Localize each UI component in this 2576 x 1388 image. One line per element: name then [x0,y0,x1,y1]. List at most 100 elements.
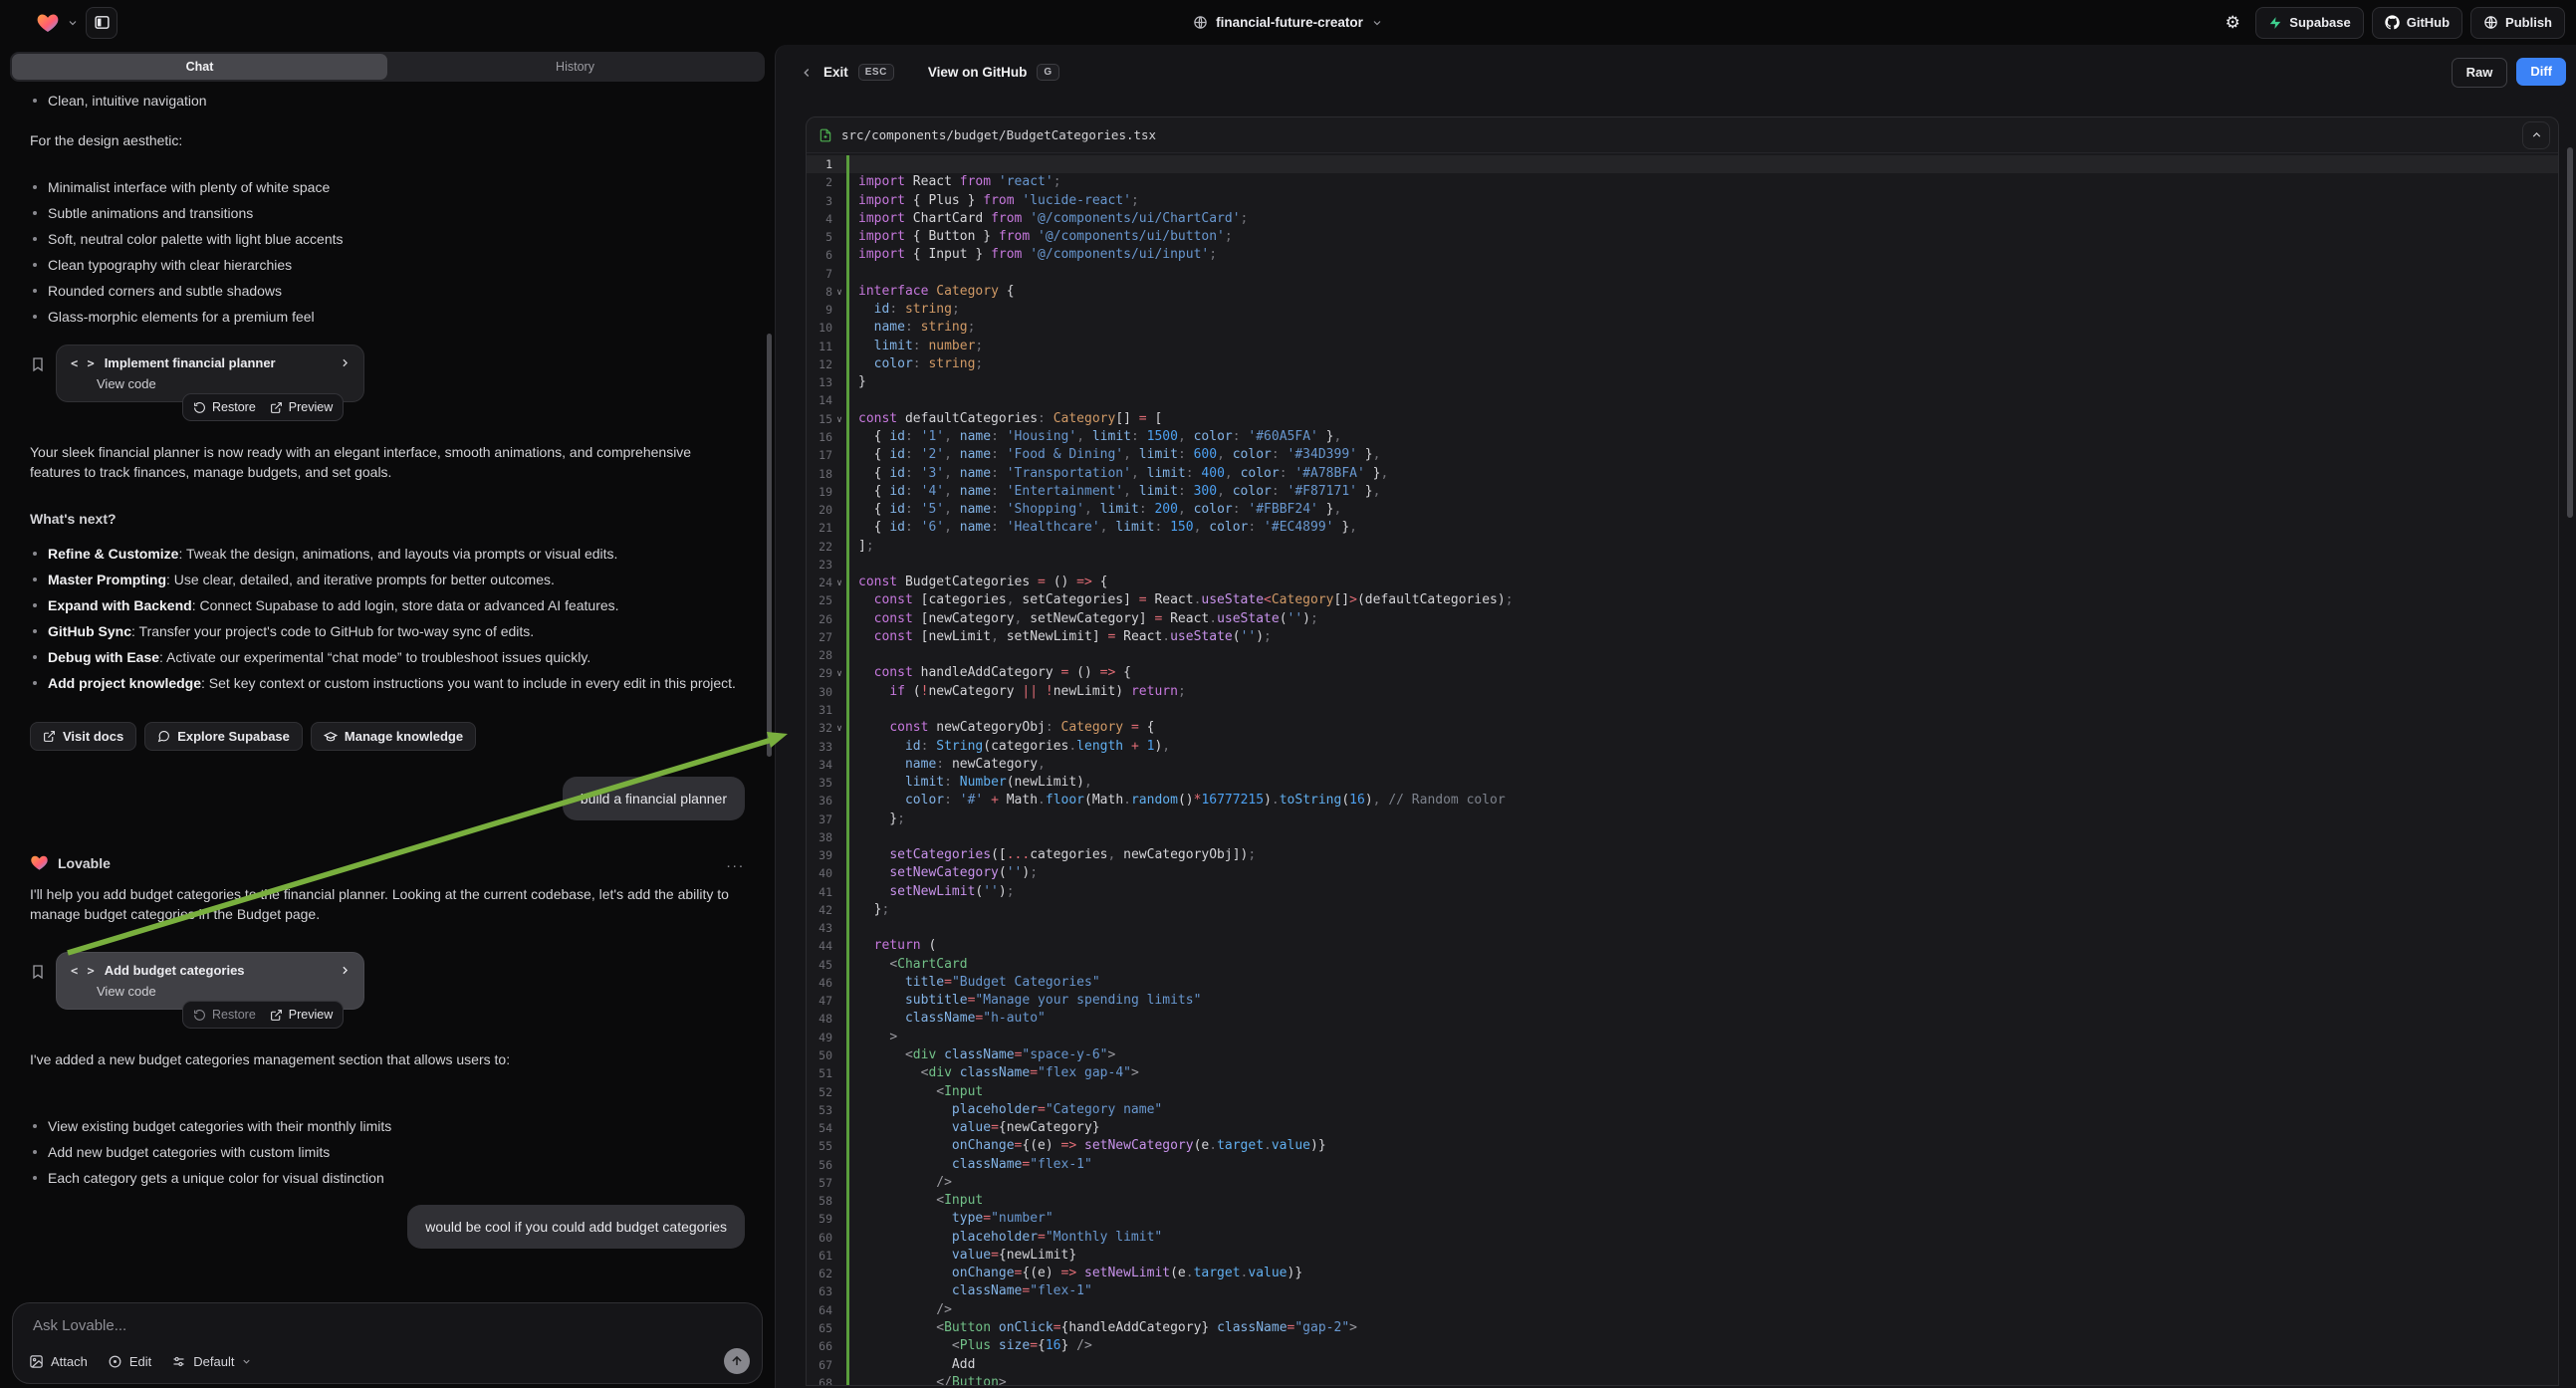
code-line: 55 onChange={(e) => setNewCategory(e.tar… [807,1137,2558,1155]
diff-added-gutter-bar [846,410,849,428]
code-line: 39 setCategories([...categories, newCate… [807,846,2558,864]
code-editor[interactable]: 12import React from 'react';3import { Pl… [807,153,2558,1385]
fold-toggle-icon[interactable]: ∨ [832,283,846,301]
restore-label: Restore [212,1008,256,1022]
chat-history-tabs: Chat History [10,52,765,82]
fold-spacer [832,756,846,774]
version-card-add-budget-categories[interactable]: < > Add budget categories View code Rest… [56,952,364,1010]
code-line: 66 <Plus size={16} /> [807,1337,2558,1355]
chevron-right-icon[interactable] [339,964,351,977]
diff-added-gutter-bar [846,556,849,574]
fold-spacer [832,683,846,701]
attach-button[interactable]: Attach [29,1354,88,1369]
manage-knowledge-button[interactable]: Manage knowledge [311,722,476,751]
manage-knowledge-label: Manage knowledge [345,729,463,744]
supabase-button[interactable]: Supabase [2255,7,2363,39]
code-line: 30 if (!newCategory || !newLimit) return… [807,683,2558,701]
code-line: 50 <div className="space-y-6"> [807,1046,2558,1064]
fold-spacer [832,1064,846,1082]
version-card-implement-financial-planner[interactable]: < > Implement financial planner View cod… [56,345,364,402]
chat-scrollbar-thumb[interactable] [767,334,772,757]
code-line: 63 className="flex-1" [807,1282,2558,1300]
exit-button[interactable]: Exit [823,65,848,80]
restore-button-disabled[interactable]: Restore [193,1008,256,1022]
chat-input-box: Attach Edit Default [12,1302,763,1384]
fold-spacer [832,646,846,664]
fold-spacer [832,1356,846,1374]
chevron-down-icon [241,1356,252,1367]
view-on-github-button[interactable]: View on GitHub [928,65,1028,80]
diff-added-gutter-bar [846,319,849,337]
view-code-link[interactable]: View code [97,984,351,999]
edit-button[interactable]: Edit [108,1354,151,1369]
fold-spacer [832,355,846,373]
fold-toggle-icon[interactable]: ∨ [832,410,846,428]
chat-scroll-area[interactable]: Clean, intuitive navigation For the desi… [0,88,767,1296]
fold-spacer [832,610,846,628]
list-item: Add project knowledge: Set key context o… [30,670,745,696]
bookmark-icon[interactable] [30,356,46,372]
fold-spacer [832,210,846,228]
bullet-list-aesthetic: Minimalist interface with plenty of whit… [30,174,745,330]
fold-spacer [832,628,846,646]
list-item: Clean typography with clear hierarchies [30,252,745,278]
diff-added-gutter-bar [846,1119,849,1137]
fold-toggle-icon[interactable]: ∨ [832,574,846,591]
supabase-bolt-icon [2268,16,2282,30]
code-line: 67 Add [807,1356,2558,1374]
view-code-link[interactable]: View code [97,376,351,391]
fold-spacer [832,883,846,901]
diff-added-gutter-bar [846,446,849,464]
diff-added-gutter-bar [846,719,849,737]
fold-spacer [832,1119,846,1137]
diff-added-gutter-bar [846,301,849,319]
version-card-toolbar: Restore Preview [182,393,344,421]
tab-history[interactable]: History [387,54,763,80]
suggestion-chips-row: Visit docs Explore Supabase Manage knowl… [30,722,745,751]
visit-docs-button[interactable]: Visit docs [30,722,136,751]
code-line: 42 }; [807,901,2558,919]
code-line: 25 const [categories, setCategories] = R… [807,591,2558,609]
diff-toggle-button[interactable]: Diff [2516,58,2566,86]
raw-toggle-button[interactable]: Raw [2452,58,2508,88]
restore-button[interactable]: Restore [193,400,256,414]
tab-chat[interactable]: Chat [12,54,387,80]
settings-gear-button[interactable]: ⚙ [2218,8,2247,38]
chevron-left-icon[interactable] [800,66,814,80]
fold-spacer [832,901,846,919]
explore-supabase-button[interactable]: Explore Supabase [144,722,303,751]
fold-toggle-icon[interactable]: ∨ [832,664,846,682]
collapse-file-button[interactable] [2522,121,2550,149]
bookmark-icon[interactable] [30,964,46,980]
preview-button[interactable]: Preview [270,400,333,414]
list-item: Expand with Backend: Connect Supabase to… [30,592,745,618]
diff-added-gutter-bar [846,738,849,756]
version-card-toolbar: Restore Preview [182,1001,344,1029]
project-switcher[interactable]: financial-future-creator [0,0,2576,45]
diff-added-gutter-bar [846,1046,849,1064]
fold-spacer [832,538,846,556]
window-scrollbar-thumb[interactable] [2567,147,2573,518]
fold-spacer [832,810,846,828]
preview-button[interactable]: Preview [270,1008,333,1022]
diff-added-gutter-bar [846,628,849,646]
arrow-up-icon [730,1354,744,1368]
file-header[interactable]: src/components/budget/BudgetCategories.t… [807,117,2558,153]
diff-added-gutter-bar [846,192,849,210]
fold-spacer [832,501,846,519]
fold-toggle-icon[interactable]: ∨ [832,719,846,737]
preview-label: Preview [289,1008,333,1022]
send-button[interactable] [724,1348,750,1374]
mode-select[interactable]: Default [171,1354,252,1369]
version-card-row: < > Implement financial planner View cod… [30,345,745,402]
message-menu-button[interactable]: ... [726,854,745,871]
code-line: 61 value={newLimit} [807,1247,2558,1265]
code-line: 24∨const BudgetCategories = () => { [807,574,2558,591]
graduation-cap-icon [324,730,338,744]
publish-button[interactable]: Publish [2470,7,2565,39]
fold-spacer [832,373,846,391]
github-button[interactable]: GitHub [2372,7,2462,39]
lovable-heart-icon [30,853,49,872]
chevron-right-icon[interactable] [339,356,351,369]
fold-spacer [832,1319,846,1337]
